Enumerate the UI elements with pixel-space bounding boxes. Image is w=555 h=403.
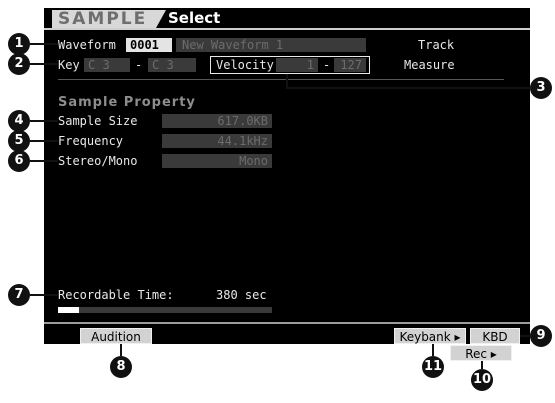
velocity-dash: -	[323, 58, 331, 72]
callout-2: 2	[8, 53, 30, 75]
callout-4: 4	[8, 110, 30, 132]
key-label: Key	[58, 58, 80, 72]
sample-property-title: Sample Property	[58, 95, 196, 110]
mode-tab[interactable]: SAMPLE	[52, 10, 156, 28]
velocity-label: Velocity	[216, 58, 274, 72]
audition-button[interactable]: Audition	[80, 328, 152, 344]
velocity-high-field[interactable]: 127	[334, 58, 366, 72]
track-label: Track	[418, 38, 455, 52]
page-title: Select	[168, 9, 221, 27]
callout-3-leader-v	[286, 74, 288, 88]
callout-8-leader	[120, 344, 122, 356]
callout-10: 10	[471, 369, 493, 391]
callout-3-leader-h	[286, 87, 530, 89]
callout-6: 6	[8, 150, 30, 172]
recordable-time-meter	[58, 307, 272, 313]
callout-4-leader	[30, 120, 58, 122]
callout-2-leader	[30, 63, 58, 65]
stereo-mono-value: Mono	[162, 154, 272, 168]
callout-9: 9	[530, 325, 552, 347]
callout-10-leader	[481, 361, 483, 369]
bottom-divider	[44, 322, 530, 324]
key-high-field[interactable]: C 3	[148, 58, 196, 72]
header-divider	[44, 28, 530, 30]
callout-5-leader	[30, 140, 58, 142]
recordable-time-label: Recordable Time:	[58, 288, 174, 302]
callout-6-leader	[30, 160, 58, 162]
callout-1-leader	[30, 43, 58, 45]
kbd-button[interactable]: KBD	[470, 328, 520, 344]
sample-size-value: 617.0KB	[162, 114, 272, 128]
callout-11: 11	[422, 356, 444, 378]
recordable-time-meter-fill	[58, 307, 80, 313]
callout-7: 7	[8, 284, 30, 306]
key-low-field[interactable]: C 3	[84, 58, 130, 72]
callout-3: 3	[530, 77, 552, 99]
callout-5: 5	[8, 130, 30, 152]
keybank-button[interactable]: Keybank ▸	[394, 328, 466, 344]
callout-7-leader	[30, 294, 58, 296]
callout-11-leader	[432, 344, 434, 356]
rec-button[interactable]: Rec ▸	[450, 345, 512, 361]
waveform-number-field[interactable]: 0001	[126, 38, 172, 52]
frequency-label: Frequency	[58, 134, 124, 148]
waveform-label: Waveform	[58, 38, 116, 52]
frequency-value: 44.1kHz	[162, 134, 272, 148]
callout-8: 8	[110, 356, 132, 378]
measure-label: Measure	[404, 58, 455, 72]
velocity-low-field[interactable]: 1	[276, 58, 318, 72]
waveform-name-field[interactable]: New Waveform 1	[176, 38, 366, 52]
callout-1: 1	[8, 33, 30, 55]
recordable-time-value: 380 sec	[216, 288, 267, 302]
lcd-screen: SAMPLE Select Waveform 0001 New Waveform…	[44, 8, 530, 344]
sample-size-label: Sample Size	[58, 114, 138, 128]
section-divider	[58, 79, 504, 80]
key-dash: -	[135, 58, 143, 72]
mode-tab-notch	[156, 10, 166, 28]
stereo-mono-label: Stereo/Mono	[58, 154, 138, 168]
